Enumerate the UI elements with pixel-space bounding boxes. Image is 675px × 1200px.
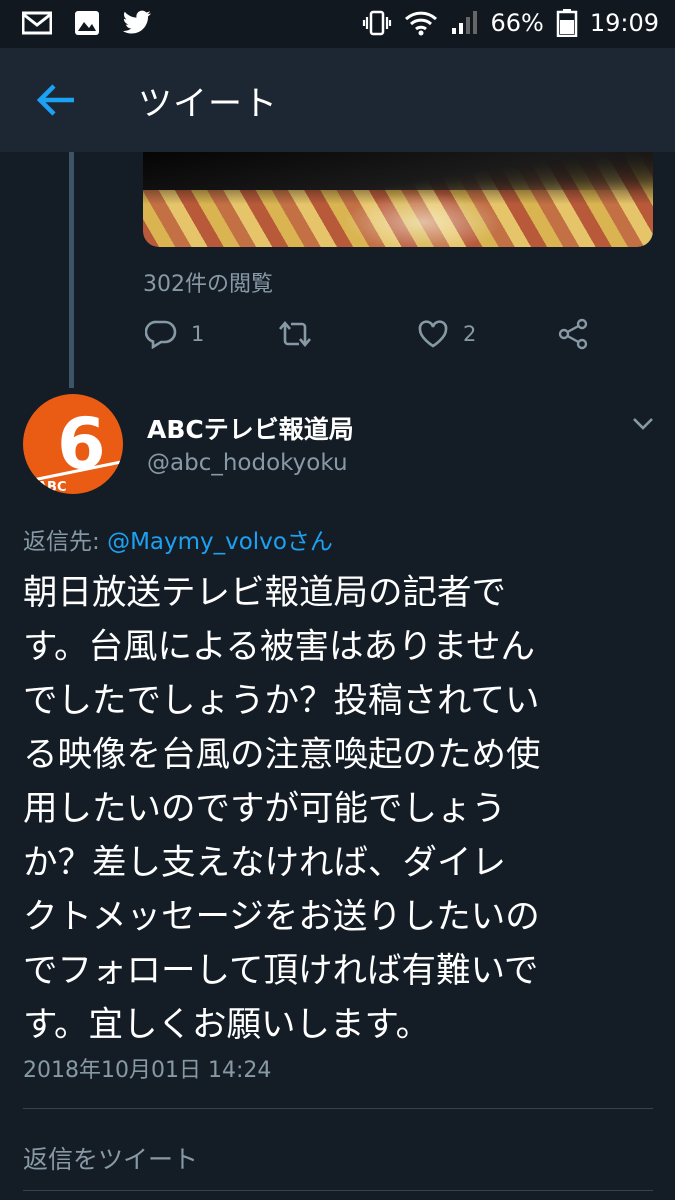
page-title: ツイート — [138, 84, 278, 124]
avatar-logo-text: ABC — [37, 480, 67, 494]
reply-to-label: 返信先: — [23, 529, 108, 555]
tweet-text-line: す。宜しくお願いします。 — [23, 1005, 431, 1045]
tweet-text: 朝日放送テレビ報道局の記者で す。台風による被害はありません でしたでしょうか？… — [23, 566, 653, 1052]
reply-mention-link[interactable]: @Maymy_volvoさん — [107, 529, 333, 555]
reply-icon — [145, 320, 177, 349]
like-count: 2 — [463, 322, 477, 346]
status-bar: 66% 19:09 — [0, 0, 675, 48]
reply-input[interactable]: 返信をツイート — [23, 1140, 198, 1176]
clock: 19:09 — [589, 9, 659, 37]
tweet-menu-button[interactable] — [630, 410, 656, 436]
app-header: ツイート — [0, 48, 675, 152]
reply-button[interactable]: 1 — [145, 312, 204, 356]
tweet-timestamp: 2018年10月01日 14:24 — [23, 1058, 272, 1083]
twitter-icon — [122, 10, 152, 36]
reply-context: 返信先: @Maymy_volvoさん — [23, 522, 333, 556]
tweet-text-line: か？差し支えなければ、ダイレ — [23, 843, 506, 883]
like-button[interactable]: 2 — [417, 312, 476, 356]
view-count[interactable]: 302件の閲覧 — [143, 266, 273, 298]
tweet-text-line: 朝日放送テレビ報道局の記者で — [23, 573, 506, 613]
tweet-text-line: る映像を台風の注意喚起のため使 — [23, 735, 541, 775]
divider — [23, 1190, 653, 1191]
tweet-text-line: クトメッセージをお送りしたいの — [23, 897, 540, 937]
share-icon — [558, 318, 588, 350]
tweet-actions: 1 2 — [143, 312, 603, 356]
wifi-icon — [404, 10, 438, 36]
author-handle[interactable]: @abc_hodokyoku — [147, 450, 348, 476]
chevron-down-icon — [633, 418, 653, 430]
tweet-text-line: でしたでしょうか？投稿されてい — [23, 681, 540, 721]
battery-percent: 66% — [490, 9, 544, 37]
thread-connector-line — [69, 152, 74, 388]
share-button[interactable] — [557, 312, 589, 356]
tweet-text-line: 用したいのですが可能でしょう — [23, 789, 506, 829]
signal-icon — [450, 10, 478, 36]
tweet-text-line: す。台風による被害はありません — [23, 627, 535, 667]
abc-logo-icon: 6 ABC — [32, 403, 122, 494]
heart-icon — [418, 320, 448, 348]
tweet-text-line: でフォローして頂ければ有難いで — [23, 951, 539, 991]
gmail-icon — [22, 11, 52, 35]
divider — [23, 1108, 653, 1109]
gallery-icon — [74, 10, 100, 36]
media-highlight — [343, 192, 503, 247]
retweet-icon — [279, 320, 311, 348]
back-arrow-icon — [36, 84, 74, 116]
tweet-media-image[interactable] — [143, 152, 653, 247]
avatar[interactable]: 6 ABC — [23, 394, 123, 494]
vibrate-icon — [362, 10, 392, 36]
retweet-button[interactable] — [277, 312, 327, 356]
back-button[interactable] — [34, 78, 78, 122]
reply-count: 1 — [191, 322, 205, 346]
battery-icon — [556, 9, 578, 37]
media-shadow — [143, 152, 653, 190]
author-name[interactable]: ABCテレビ報道局 — [147, 410, 354, 446]
